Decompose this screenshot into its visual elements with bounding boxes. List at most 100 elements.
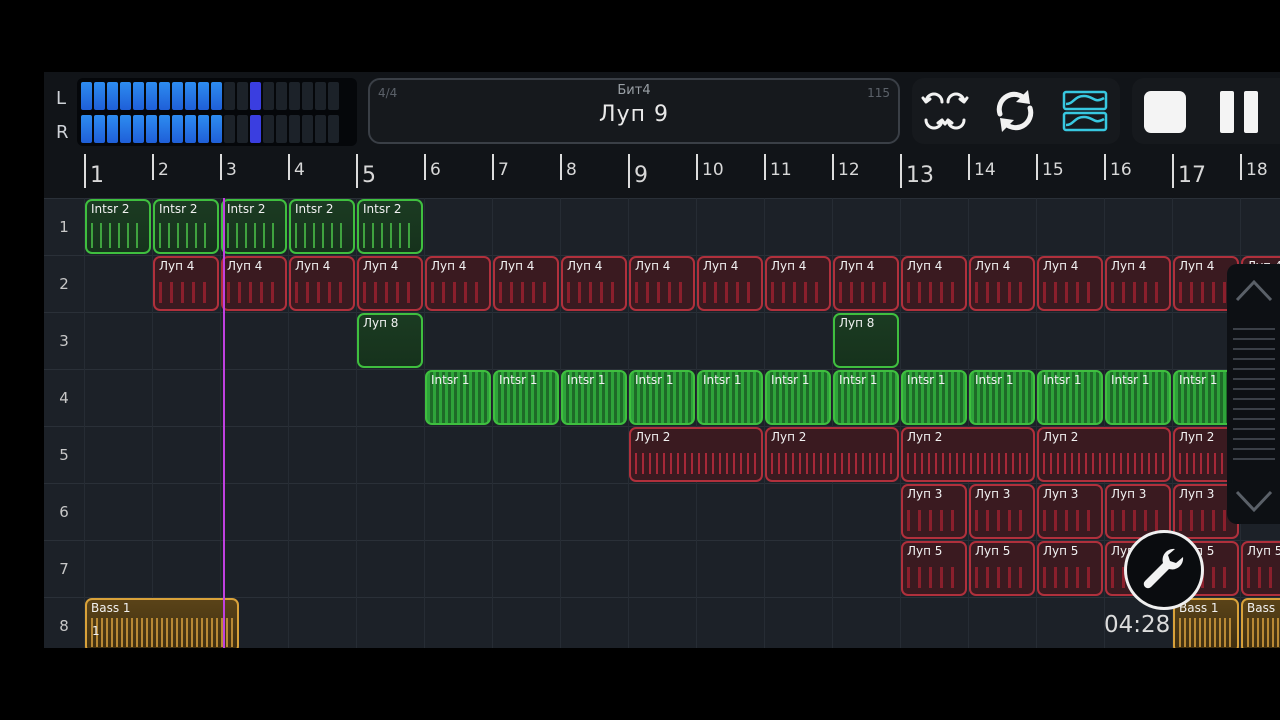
clip[interactable]: Intsr 2 — [85, 199, 151, 254]
clip[interactable]: Луп 4 — [833, 256, 899, 311]
loops-button[interactable] — [920, 86, 970, 136]
clip[interactable]: Луп 4 — [561, 256, 627, 311]
arrangement-grid[interactable]: 1 2 3 4 5 6 7 8 Intsr 2 Intsr 2 Intsr 2 Intsr 2 Ints… — [44, 198, 1280, 648]
clip[interactable]: Луп 4 — [153, 256, 219, 311]
track-row[interactable]: 3 — [44, 312, 1280, 369]
track-scroller[interactable] — [1227, 264, 1280, 524]
ruler-tick — [764, 154, 766, 180]
chevron-up-icon[interactable] — [1233, 274, 1275, 306]
clip[interactable]: Intsr 1 — [969, 370, 1035, 425]
clip[interactable]: Луп 2 — [1037, 427, 1171, 482]
clip-sublabel: 1 — [92, 624, 100, 638]
clip[interactable]: Луп 4 — [493, 256, 559, 311]
ruler-number: 3 — [226, 160, 237, 180]
clip[interactable]: Bass 1 — [1241, 598, 1280, 648]
clip-waveform — [91, 223, 145, 248]
clip-label: Луп 4 — [1179, 259, 1215, 273]
scroll-grip-line — [1233, 398, 1275, 400]
clip[interactable]: Луп 2 — [629, 427, 763, 482]
clip[interactable]: Intsr 1 — [833, 370, 899, 425]
repeat-button[interactable] — [990, 86, 1040, 136]
clip[interactable]: Луп 4 — [765, 256, 831, 311]
ruler-number: 4 — [294, 160, 305, 180]
clip-label: Луп 4 — [771, 259, 807, 273]
meter-segment — [289, 82, 300, 110]
clip[interactable]: Луп 4 — [969, 256, 1035, 311]
clip-label: Луп 4 — [907, 259, 943, 273]
clip[interactable]: Луп 4 — [697, 256, 763, 311]
clip[interactable]: Луп 4 — [221, 256, 287, 311]
clip[interactable]: Луп 2 — [901, 427, 1035, 482]
clip[interactable]: Луп 5 — [969, 541, 1035, 596]
clip[interactable]: Intsr 2 — [221, 199, 287, 254]
clip[interactable]: Intsr 2 — [289, 199, 355, 254]
meter-segment — [237, 82, 248, 110]
clip[interactable]: Intsr 1 — [561, 370, 627, 425]
scroll-grip-line — [1233, 378, 1275, 380]
meter-segment — [94, 115, 105, 143]
ruler-tick — [900, 154, 902, 188]
clip-waveform — [975, 567, 1029, 588]
clip[interactable]: Intsr 1 — [629, 370, 695, 425]
clip[interactable]: Луп 2 — [765, 427, 899, 482]
clip[interactable]: Луп 4 — [357, 256, 423, 311]
clip[interactable]: Intsr 1 — [697, 370, 763, 425]
meter-segment — [185, 82, 196, 110]
clip[interactable]: Intsr 1 — [493, 370, 559, 425]
meter-segment — [276, 115, 287, 143]
clip[interactable]: Луп 4 — [1105, 256, 1171, 311]
clip[interactable]: Intsr 1 — [765, 370, 831, 425]
stop-button[interactable] — [1144, 91, 1186, 133]
clip[interactable]: Луп 4 — [901, 256, 967, 311]
clip[interactable]: Луп 4 — [1037, 256, 1103, 311]
clip[interactable]: Луп 4 — [425, 256, 491, 311]
clip-waveform — [907, 453, 1029, 474]
ruler-tick — [84, 154, 86, 188]
settings-button[interactable] — [1124, 530, 1204, 610]
ruler-tick — [560, 154, 562, 180]
clip[interactable]: Луп 4 — [289, 256, 355, 311]
meter-segment — [328, 82, 339, 110]
clip[interactable]: Bass 1 — [1173, 598, 1239, 648]
meter-left-label: L — [56, 88, 67, 109]
track-number: 5 — [59, 446, 69, 464]
elapsed-time: 04:28 — [1104, 612, 1171, 638]
ruler-tick — [492, 154, 494, 180]
clip[interactable]: Луп 3 — [1037, 484, 1103, 539]
clip[interactable]: Intsr 1 — [1105, 370, 1171, 425]
scroll-grip-line — [1233, 418, 1275, 420]
clip[interactable]: Intsr 2 — [357, 199, 423, 254]
clip[interactable]: Луп 8 — [833, 313, 899, 368]
clip-label: Луп 4 — [839, 259, 875, 273]
loop-display-panel[interactable]: 4/4 Бит4 Луп 9 115 — [368, 78, 900, 144]
clip[interactable]: Intsr 1 — [901, 370, 967, 425]
ruler-tick — [1104, 154, 1106, 180]
meter-segment — [198, 115, 209, 143]
clip[interactable]: Intsr 2 — [153, 199, 219, 254]
current-loop-name: Луп 9 — [599, 102, 669, 127]
clip[interactable]: Луп 4 — [629, 256, 695, 311]
pause-button[interactable] — [1220, 91, 1262, 133]
clip[interactable]: Bass 1 1 — [85, 598, 240, 648]
track-number: 6 — [59, 503, 69, 521]
ruler-tick — [152, 154, 154, 180]
clip[interactable]: Луп 5 — [1241, 541, 1280, 596]
clip[interactable]: Луп 3 — [901, 484, 967, 539]
ruler-tick — [220, 154, 222, 180]
chevron-down-icon[interactable] — [1233, 486, 1275, 518]
clip[interactable]: Луп 5 — [1037, 541, 1103, 596]
meter-segment — [315, 82, 326, 110]
clip[interactable]: Intsr 1 — [425, 370, 491, 425]
waveform-button[interactable] — [1060, 86, 1110, 136]
clip-label: Intsr 1 — [635, 373, 674, 387]
clip-waveform — [1179, 282, 1233, 303]
clip-waveform — [295, 223, 349, 248]
clip-label: Луп 4 — [363, 259, 399, 273]
clip[interactable]: Луп 8 — [357, 313, 423, 368]
clip[interactable]: Луп 3 — [969, 484, 1035, 539]
clip[interactable]: Луп 5 — [901, 541, 967, 596]
playhead[interactable] — [223, 198, 225, 648]
timeline-ruler[interactable]: 1 2 3 4 5 6 7 8 9 10 11 12 13 14 15 16 17 18 — [44, 150, 1280, 198]
clip[interactable]: Intsr 1 — [1037, 370, 1103, 425]
track-number: 2 — [59, 275, 69, 293]
